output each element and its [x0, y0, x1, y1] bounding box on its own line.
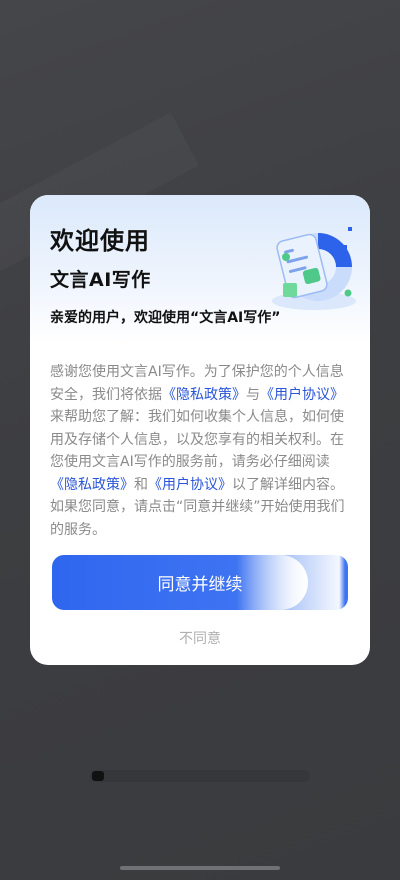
- notice-part: 和: [134, 476, 148, 493]
- privacy-policy-link-2[interactable]: 《隐私政策》: [50, 477, 134, 493]
- agree-button-label: 同意并继续: [157, 575, 243, 595]
- app-name: 文言AI写作: [50, 269, 151, 291]
- disagree-button[interactable]: 不同意: [30, 628, 370, 648]
- progress-track[interactable]: [90, 770, 310, 782]
- button-shine: [238, 555, 308, 610]
- notice-part: 与: [246, 386, 260, 403]
- welcome-illustration-icon: [272, 227, 356, 310]
- progress-thumb[interactable]: [92, 771, 104, 781]
- privacy-notice-text: 感谢您使用文言AI写作。为了保护您的个人信息安全，我们将依据《隐私政策》与《用户…: [50, 361, 354, 541]
- greeting-text: 亲爱的用户，欢迎使用“文言AI写作”: [50, 310, 281, 326]
- user-agreement-link-2[interactable]: 《用户协议》: [148, 477, 232, 493]
- privacy-policy-link[interactable]: 《隐私政策》: [162, 387, 246, 403]
- user-agreement-link[interactable]: 《用户协议》: [260, 387, 344, 403]
- privacy-dialog: 欢迎使用 文言AI写作 亲爱的用户，欢迎使用“文言AI写作” 感谢您使用文言AI…: [30, 195, 370, 665]
- home-indicator[interactable]: [120, 866, 280, 870]
- notice-part: 来帮助您了解：我们如何收集个人信息，如何使用及存储个人信息，以及您享有的相关权利…: [50, 409, 344, 470]
- agree-continue-button[interactable]: 同意并继续: [52, 555, 348, 610]
- dialog-title: 欢迎使用: [50, 227, 150, 255]
